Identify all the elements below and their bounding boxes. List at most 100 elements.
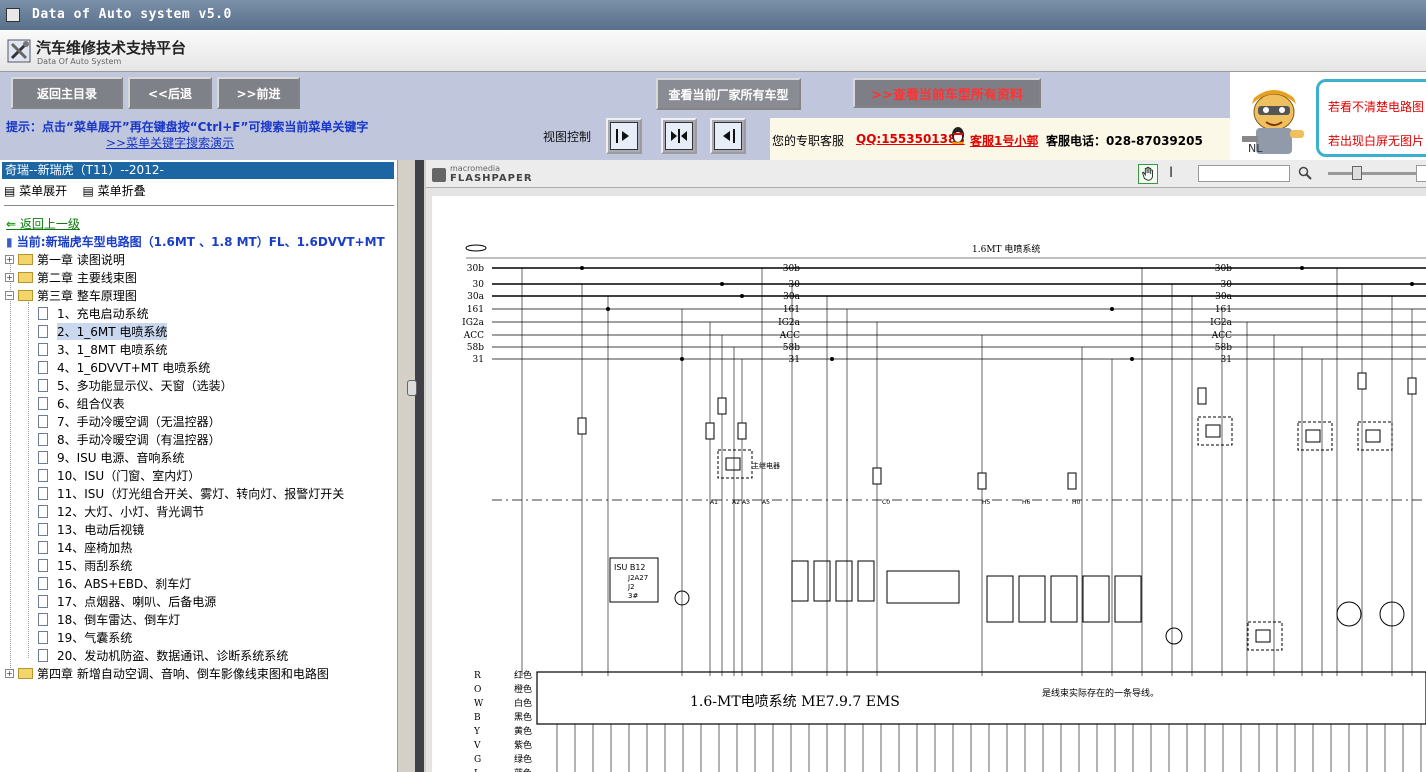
tree-item[interactable]: 1、充电启动系统 bbox=[38, 304, 149, 322]
chapter-label: 第二章 主要线束图 bbox=[37, 270, 137, 285]
zoom-slider-track[interactable] bbox=[1328, 172, 1416, 175]
sensor-symbol bbox=[1165, 627, 1183, 645]
help-line-2: 若出现白屏无图片 bbox=[1328, 134, 1425, 148]
injector bbox=[791, 560, 809, 602]
tree-item[interactable]: 10、ISU（门窗、室内灯） bbox=[38, 466, 200, 484]
collapse-menu-button[interactable]: ▤ 菜单折叠 bbox=[82, 184, 145, 198]
rail-label: 30b bbox=[467, 264, 484, 274]
app-icon bbox=[6, 8, 20, 22]
sensor bbox=[1050, 575, 1078, 623]
tree-item[interactable]: 7、手动冷暖空调（无温控器） bbox=[38, 412, 221, 430]
tree-item[interactable]: 14、座椅加热 bbox=[38, 538, 132, 556]
injector bbox=[813, 560, 831, 602]
support-text: 您的专职客服 bbox=[772, 134, 845, 148]
find-input[interactable] bbox=[1198, 165, 1290, 182]
ecu-box bbox=[536, 671, 1426, 725]
rail-label-mid: 30b bbox=[783, 264, 800, 274]
rail-label-mid: 30 bbox=[789, 280, 801, 290]
window-titlebar: Data of Auto system v5.0 bbox=[0, 0, 1426, 30]
rail-label: 161 bbox=[467, 305, 484, 315]
relay-coil bbox=[1255, 629, 1271, 643]
tree-chapter-3[interactable]: − 第三章 整车原理图 bbox=[5, 286, 137, 304]
legend-code: G bbox=[474, 755, 481, 765]
tree-chapter-1[interactable]: + 第一章 读图说明 bbox=[5, 250, 125, 268]
search-demo-link[interactable]: >>菜单关键字搜索演示 bbox=[106, 134, 234, 151]
tree-item[interactable]: 6、组合仪表 bbox=[38, 394, 125, 412]
expand-right-button[interactable] bbox=[606, 118, 642, 154]
fuse bbox=[1067, 472, 1077, 490]
tree-item-label: 17、点烟器、喇叭、后备电源 bbox=[57, 594, 217, 609]
qq-penguin-icon bbox=[952, 127, 964, 144]
tree-item[interactable]: 9、ISU 电源、音响系统 bbox=[38, 448, 184, 466]
back-arrow-icon: ⇐ bbox=[6, 217, 17, 231]
pane-splitter[interactable] bbox=[398, 160, 426, 772]
tree-item-label: 10、ISU（门窗、室内灯） bbox=[57, 468, 201, 483]
junction-dot bbox=[1110, 307, 1114, 311]
fuse bbox=[1407, 377, 1417, 395]
forward-button[interactable]: >>前进 bbox=[217, 77, 300, 109]
qq-link[interactable]: QQ:1553501388 bbox=[856, 132, 965, 146]
expand-menu-button[interactable]: ▤ 菜单展开 bbox=[4, 184, 67, 198]
relay-coil bbox=[1365, 429, 1381, 443]
tree-item[interactable]: 15、雨刮系统 bbox=[38, 556, 132, 574]
all-data-button[interactable]: >>查看当前车型所有资料 bbox=[853, 78, 1041, 108]
brand-name: FLASHPAPER bbox=[450, 173, 533, 184]
tree-item[interactable]: 11、ISU（灯光组合开关、雾灯、转向灯、报警灯开关 bbox=[38, 484, 344, 502]
tree-item-label: 19、气囊系统 bbox=[57, 630, 133, 645]
tree-chapter-4[interactable]: + 第四章 新增自动空调、音响、倒车影像线束图和电路图 bbox=[5, 664, 329, 682]
app-subtitle: Data Of Auto System bbox=[37, 57, 122, 66]
ecu-label: 1.6-MT电喷系统 ME7.9.7 EMS bbox=[690, 694, 900, 710]
brand-mark bbox=[465, 244, 487, 252]
back-button[interactable]: <<后退 bbox=[128, 77, 212, 109]
hand-tool-icon[interactable] bbox=[1138, 164, 1158, 184]
legend-code: Y bbox=[473, 727, 481, 737]
tree-item[interactable]: 17、点烟器、喇叭、后备电源 bbox=[38, 592, 216, 610]
help-banner[interactable]: 若看不清楚电路图 若出现白屏无图片 NL bbox=[1230, 72, 1426, 160]
arrows-center-icon bbox=[671, 129, 687, 143]
menu-toggle-row: ▤ 菜单展开 ▤ 菜单折叠 bbox=[4, 182, 146, 199]
legend-code: W bbox=[474, 699, 484, 709]
chapter-label: 第一章 读图说明 bbox=[37, 252, 125, 267]
tree-item[interactable]: 4、1_6DVVT+MT 电喷系统 bbox=[38, 358, 210, 376]
tree-item[interactable]: 8、手动冷暖空调（有温控器） bbox=[38, 430, 221, 448]
rail-label: 30a bbox=[467, 292, 484, 302]
tree-item[interactable]: 16、ABS+EBD、刹车灯 bbox=[38, 574, 191, 592]
tree-item[interactable]: 3、1_8MT 电喷系统 bbox=[38, 340, 167, 358]
chapter-label: 第四章 新增自动空调、音响、倒车影像线束图和电路图 bbox=[37, 666, 329, 681]
zoom-slider-thumb[interactable] bbox=[1352, 166, 1362, 180]
tree-chapter-2[interactable]: + 第二章 主要线束图 bbox=[5, 268, 137, 286]
junction-dot bbox=[1130, 357, 1134, 361]
all-models-button[interactable]: 查看当前厂家所有车型 bbox=[656, 78, 801, 110]
expand-left-button[interactable] bbox=[710, 118, 746, 154]
tree-item[interactable]: 13、电动后视镜 bbox=[38, 520, 144, 538]
relay-label: 主继电器 bbox=[752, 461, 780, 470]
rail-label-mid: IG2a bbox=[778, 318, 800, 328]
current-path-label: 当前:新瑞虎车型电路图（1.6MT 、1.8 MT）FL、1.6DVVT+MT bbox=[16, 235, 385, 249]
search-icon[interactable] bbox=[1298, 166, 1312, 180]
tree-item[interactable]: 18、倒车雷达、倒车灯 bbox=[38, 610, 180, 628]
tree-item-selected[interactable]: 2、1_6MT 电喷系统 bbox=[38, 322, 168, 340]
expand-icon: + bbox=[5, 272, 14, 282]
back-up-link[interactable]: ⇐ 返回上一级 bbox=[6, 215, 80, 232]
support-phone: 客服电话：028-87039205 bbox=[1046, 134, 1203, 148]
ecu-note: 是线束实际存在的一条导线。 bbox=[1042, 687, 1159, 699]
document-icon bbox=[38, 450, 48, 464]
text-select-icon[interactable]: I bbox=[1169, 165, 1173, 181]
document-icon bbox=[38, 630, 48, 644]
tree-item-label: 1、充电启动系统 bbox=[57, 306, 149, 321]
pin-label: H6 bbox=[1022, 499, 1031, 506]
split-view-button[interactable] bbox=[661, 118, 697, 154]
tree-item[interactable]: 5、多功能显示仪、天窗（选装） bbox=[38, 376, 233, 394]
rail-label: 58b bbox=[467, 343, 484, 353]
home-button[interactable]: 返回主目录 bbox=[11, 77, 123, 109]
zoom-input[interactable] bbox=[1416, 165, 1426, 182]
splitter-grip[interactable] bbox=[407, 380, 417, 396]
relay-coil bbox=[1205, 424, 1221, 438]
tree-item[interactable]: 19、气囊系统 bbox=[38, 628, 132, 646]
tree-item[interactable]: 12、大灯、小灯、背光调节 bbox=[38, 502, 204, 520]
tree-item-label: 14、座椅加热 bbox=[57, 540, 133, 555]
document-icon bbox=[38, 360, 48, 374]
tree-item[interactable]: 20、发动机防盗、数据通讯、诊断系统系统 bbox=[38, 646, 288, 664]
flashpaper-icon bbox=[432, 168, 446, 182]
agent-link[interactable]: 客服1号小郭 bbox=[970, 132, 1038, 149]
